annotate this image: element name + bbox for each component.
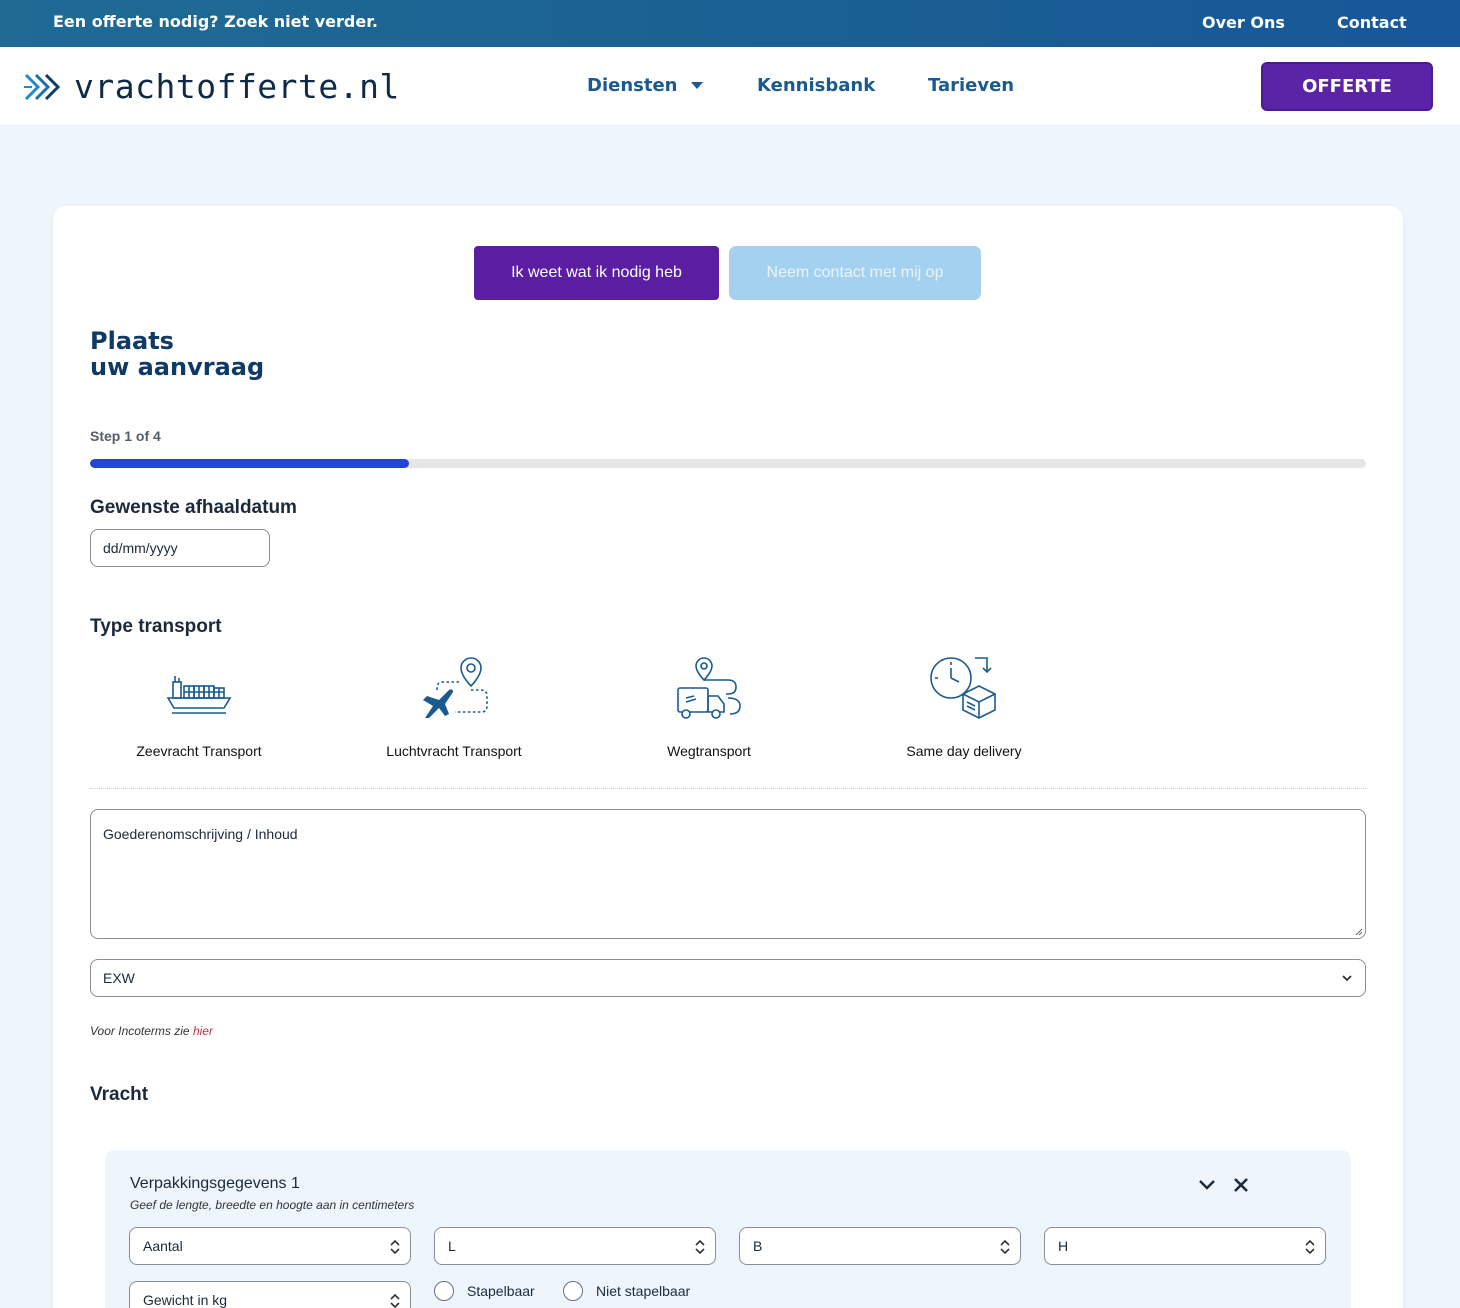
not-stackable-radio[interactable]: Niet stapelbaar	[563, 1281, 690, 1301]
width-input[interactable]: B	[739, 1227, 1021, 1265]
goods-description-placeholder: Goederenomschrijving / Inhoud	[103, 826, 298, 842]
quantity-placeholder: Aantal	[143, 1238, 183, 1254]
top-bar: Een offerte nodig? Zoek niet verder. Ove…	[0, 0, 1460, 47]
weight-placeholder: Gewicht in kg	[143, 1292, 228, 1308]
clock-package-icon	[930, 657, 996, 719]
weight-input[interactable]: Gewicht in kg	[129, 1281, 411, 1308]
cargo-ship-icon	[166, 676, 232, 714]
step-indicator: Step 1 of 4	[90, 428, 161, 444]
height-placeholder: H	[1058, 1238, 1069, 1254]
package-details-panel: Verpakkingsgegevens 1 Geef de lengte, br…	[105, 1150, 1351, 1308]
radio-circle[interactable]	[434, 1281, 454, 1301]
width-placeholder: B	[753, 1238, 763, 1254]
nav-diensten-label: Diensten	[587, 75, 678, 96]
page-title: Plaats uw aanvraag	[90, 328, 264, 380]
airplane-route-icon	[423, 657, 488, 718]
transport-label-air: Luchtvracht Transport	[386, 743, 522, 759]
resize-handle-icon[interactable]	[1355, 928, 1363, 936]
transport-option-sea[interactable]: Zeevracht Transport	[89, 656, 309, 759]
title-line-1: Plaats	[90, 327, 174, 355]
not-stackable-label: Niet stapelbaar	[596, 1283, 691, 1299]
nav-diensten[interactable]: Diensten	[587, 75, 704, 96]
incoterm-note-text: Voor Incoterms zie	[90, 1024, 190, 1038]
transport-label-sea: Zeevracht Transport	[136, 743, 262, 759]
transport-type-label: Type transport	[90, 616, 222, 637]
cargo-label: Vracht	[90, 1084, 149, 1105]
stepper-icon[interactable]	[1305, 1238, 1315, 1256]
package-subtitle: Geef de lengte, breedte en hoogte aan in…	[130, 1198, 415, 1212]
progress-bar	[90, 459, 1366, 468]
over-ons-link[interactable]: Over Ons	[1202, 13, 1285, 32]
stepper-icon[interactable]	[1000, 1238, 1010, 1256]
incoterm-value: EXW	[103, 970, 135, 986]
contact-link[interactable]: Contact	[1337, 13, 1407, 32]
progress-fill	[90, 459, 409, 468]
incoterm-note: Voor Incoterms zie hier	[90, 1024, 213, 1038]
nav-kennisbank[interactable]: Kennisbank	[757, 75, 875, 96]
incoterm-select[interactable]: EXW	[90, 959, 1366, 997]
offerte-button[interactable]: OFFERTE	[1261, 62, 1433, 111]
radio-circle[interactable]	[563, 1281, 583, 1301]
stackable-radio[interactable]: Stapelbaar	[434, 1281, 535, 1301]
form-card: Ik weet wat ik nodig heb Neem contact me…	[53, 206, 1403, 1308]
goods-description-textarea[interactable]: Goederenomschrijving / Inhoud	[90, 809, 1366, 939]
logo[interactable]: vrachtofferte.nl	[24, 69, 400, 105]
stackable-label: Stapelbaar	[467, 1283, 535, 1299]
caret-down-icon	[691, 82, 704, 89]
length-input[interactable]: L	[434, 1227, 716, 1265]
length-placeholder: L	[448, 1238, 456, 1254]
nav-tarieven[interactable]: Tarieven	[928, 75, 1014, 96]
transport-option-air[interactable]: Luchtvracht Transport	[344, 656, 564, 759]
chevron-down-icon	[1342, 975, 1352, 982]
quantity-input[interactable]: Aantal	[129, 1227, 411, 1265]
section-divider	[90, 788, 1366, 789]
pickup-date-input[interactable]: dd/mm/yyyy	[90, 529, 270, 567]
incoterm-link[interactable]: hier	[193, 1024, 213, 1038]
tab-know-what-i-need[interactable]: Ik weet wat ik nodig heb	[474, 246, 719, 300]
transport-label-road: Wegtransport	[667, 743, 751, 759]
title-line-2: uw aanvraag	[90, 353, 265, 381]
logo-arrows-icon	[24, 73, 61, 101]
transport-option-same-day[interactable]: Same day delivery	[854, 656, 1074, 759]
tab-contact-me[interactable]: Neem contact met mij op	[729, 246, 981, 300]
pickup-date-label: Gewenste afhaaldatum	[90, 497, 297, 518]
site-header: vrachtofferte.nl Diensten Kennisbank Tar…	[0, 47, 1460, 125]
height-input[interactable]: H	[1044, 1227, 1326, 1265]
collapse-chevron-icon[interactable]	[1198, 1177, 1216, 1191]
transport-label-same-day: Same day delivery	[906, 743, 1022, 759]
close-icon[interactable]	[1233, 1177, 1249, 1193]
stepper-icon[interactable]	[390, 1238, 400, 1256]
stepper-icon[interactable]	[390, 1292, 400, 1308]
package-title: Verpakkingsgegevens 1	[130, 1175, 300, 1192]
transport-option-road[interactable]: Wegtransport	[599, 656, 819, 759]
truck-route-icon	[677, 657, 741, 719]
stepper-icon[interactable]	[695, 1238, 705, 1256]
logo-text: vrachtofferte.nl	[74, 67, 400, 106]
tagline: Een offerte nodig? Zoek niet verder.	[53, 12, 378, 31]
